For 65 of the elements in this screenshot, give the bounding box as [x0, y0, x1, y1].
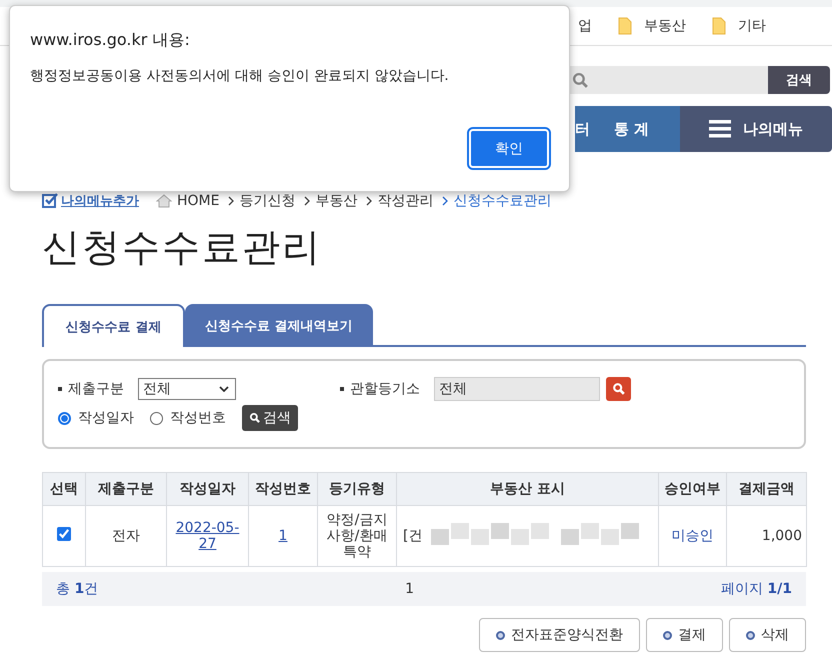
checkbox-icon: [42, 193, 58, 209]
radio-button[interactable]: [58, 412, 71, 424]
breadcrumb-link[interactable]: HOME: [177, 193, 220, 209]
breadcrumb-link[interactable]: 작성관리: [377, 192, 434, 210]
column-header: 승인여부: [658, 472, 726, 506]
column-header: 작성일자: [166, 472, 248, 506]
my-menu-button[interactable]: 나의메뉴: [680, 106, 832, 152]
dialog-message: 행정정보공동이용 사전동의서에 대해 승인이 완료되지 않았습니다.: [30, 67, 450, 85]
bullet-icon: [58, 387, 62, 391]
nav-item[interactable]: 통 계: [614, 120, 650, 138]
menu-icon: [709, 120, 731, 138]
column-header: 제출구분: [86, 472, 166, 506]
table-cell: 1,000: [726, 506, 806, 566]
chevron-icon: [304, 196, 310, 206]
column-header: 작성번호: [248, 472, 318, 506]
dialog-title: www.iros.go.kr 내용:: [30, 30, 191, 51]
row-checkbox[interactable]: [57, 527, 71, 541]
column-header: 선택: [42, 472, 86, 506]
action-button[interactable]: 결제: [646, 618, 723, 652]
folder-icon: [712, 17, 726, 35]
column-header: 결제금액: [726, 472, 806, 506]
bullet-icon: [340, 387, 344, 391]
column-header: 등기유형: [318, 472, 396, 506]
field-label: 제출구분: [68, 380, 124, 398]
radio-option[interactable]: 작성번호: [150, 409, 226, 427]
field-label: 관할등기소: [350, 380, 420, 398]
bookmark-label[interactable]: 부동산: [644, 17, 686, 35]
search-icon: [249, 412, 261, 424]
bookmark-label[interactable]: 기타: [738, 17, 766, 35]
search-button[interactable]: [606, 377, 631, 401]
chevron-icon: [228, 196, 234, 206]
search-icon: [572, 72, 589, 88]
nav-item[interactable]: 터: [575, 120, 590, 138]
page-number[interactable]: 1: [405, 581, 414, 597]
ok-button[interactable]: 확인: [469, 129, 549, 168]
total-count: 총 1건: [56, 580, 98, 598]
table-cell: 약정/금지사항/환매특약: [318, 506, 396, 566]
search-button[interactable]: 검색: [768, 66, 830, 94]
bookmark-label[interactable]: 업: [578, 17, 592, 35]
chevron-icon: [366, 196, 372, 206]
submit-type-dropdown[interactable]: 전체: [138, 378, 236, 400]
folder-icon: [618, 17, 632, 35]
add-my-menu-link[interactable]: 나의메뉴추가: [42, 192, 139, 210]
page-info: 페이지 1/1: [720, 580, 792, 598]
breadcrumb-link[interactable]: 등기신청: [239, 192, 296, 210]
breadcrumb-link[interactable]: 부동산: [315, 192, 358, 210]
action-button[interactable]: 전자표준양식전환: [479, 618, 640, 652]
table-cell: 전자: [86, 506, 166, 566]
action-button[interactable]: 삭제: [729, 618, 806, 652]
radio-option[interactable]: 작성일자: [58, 409, 134, 427]
number-link[interactable]: 1: [278, 528, 288, 544]
approval-status[interactable]: 미승인: [672, 528, 714, 544]
office-field[interactable]: 전체: [434, 377, 600, 401]
chevron-icon: [442, 196, 448, 206]
tab[interactable]: 신청수수료 결제내역보기: [185, 304, 373, 345]
table-cell: [건: [403, 528, 422, 544]
breadcrumb-link[interactable]: 신청수수료관리: [453, 192, 552, 210]
tab[interactable]: 신청수수료 결제: [42, 304, 185, 347]
page-title: 신청수수료관리: [42, 224, 323, 271]
home-icon: [156, 193, 172, 209]
radio-button[interactable]: [150, 412, 163, 424]
search-icon: [612, 382, 626, 396]
search-button[interactable]: 검색: [242, 405, 298, 431]
column-header: 부동산 표시: [396, 472, 658, 506]
chevron-down-icon: [219, 386, 229, 392]
